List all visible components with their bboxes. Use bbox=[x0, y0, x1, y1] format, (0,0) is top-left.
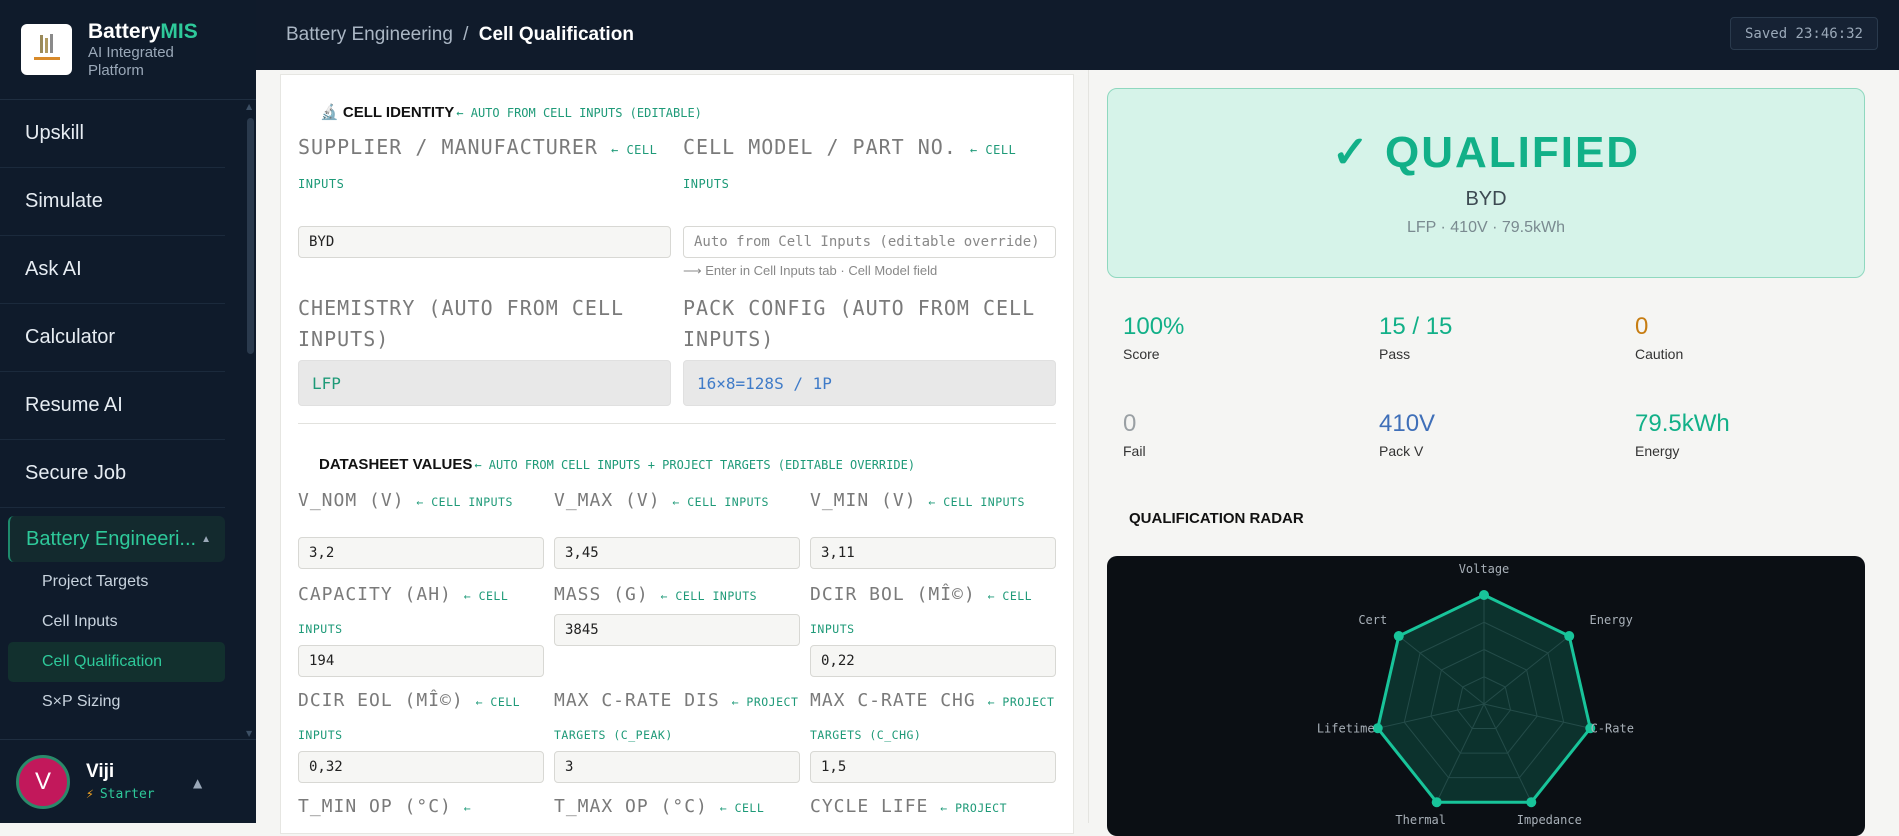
sidebar-subitem-sxp-sizing[interactable]: S×P Sizing bbox=[8, 682, 225, 722]
verdict-title: ✓ QUALIFIED bbox=[1331, 128, 1641, 177]
brand-logo bbox=[21, 24, 72, 75]
radar-svg: Voltage Energy C-Rate Impedance Thermal Lifet… bbox=[1317, 562, 1634, 827]
chevron-up-icon[interactable]: ▲ bbox=[193, 776, 202, 790]
radar-point-voltage[interactable] bbox=[1479, 590, 1489, 600]
datasheet-values-title: DATASHEET VALUES ← AUTO FROM CELL INPUTS … bbox=[319, 456, 916, 473]
sidebar: BatteryMIS AI Integrated Platform Upskil… bbox=[0, 0, 256, 823]
radar-point-energy[interactable] bbox=[1564, 631, 1575, 642]
scroll-down-arrow-icon[interactable]: ▼ bbox=[246, 729, 256, 738]
radar-axis-label: C-Rate bbox=[1591, 721, 1634, 735]
radar-axis-label: Voltage bbox=[1459, 562, 1510, 576]
cell-model-helper: ⟶ Enter in Cell Inputs tab · Cell Model … bbox=[683, 263, 938, 278]
breadcrumb-separator: / bbox=[463, 24, 469, 45]
capacity-label: CAPACITY (AH) ← CELL INPUTS bbox=[298, 584, 509, 636]
scroll-up-arrow-icon[interactable]: ▲ bbox=[246, 102, 256, 111]
max-c-rate-chg-label: MAX C-RATE CHG ← PROJECT TARGETS (C_CHG) bbox=[810, 690, 1055, 742]
brand-name: BatteryMIS bbox=[88, 19, 198, 43]
verdict-supplier: BYD bbox=[1465, 188, 1507, 210]
avatar[interactable]: V bbox=[16, 754, 70, 809]
capacity-input[interactable]: 194 bbox=[298, 645, 544, 677]
v-max-input[interactable]: 3,45 bbox=[554, 537, 800, 569]
sidebar-item-secure-job[interactable]: Secure Job bbox=[0, 440, 225, 508]
v-min-label: V_MIN (V) ← CELL INPUTS bbox=[810, 490, 1025, 511]
cell-model-input[interactable]: Auto from Cell Inputs (editable override… bbox=[683, 226, 1056, 258]
lightning-icon: ⚡ bbox=[86, 787, 94, 802]
microscope-icon: 🔬 bbox=[320, 104, 339, 121]
pack-config-label: PACK CONFIG (AUTO FROM CELL INPUTS) bbox=[683, 296, 1036, 351]
sidebar-subitem-project-targets[interactable]: Project Targets bbox=[8, 562, 225, 602]
stat-caution: 0 Caution bbox=[1635, 313, 1684, 362]
v-nom-input[interactable]: 3,2 bbox=[298, 537, 544, 569]
verdict-meta: LFP · 410V · 79.5kWh bbox=[1407, 219, 1565, 236]
user-plan: ⚡ Starter bbox=[86, 787, 155, 802]
brand-subtitle: AI Integrated Platform bbox=[88, 43, 174, 79]
saved-status: Saved 23:46:32 bbox=[1729, 17, 1878, 50]
sidebar-subitem-cell-inputs[interactable]: Cell Inputs bbox=[8, 602, 225, 642]
brand[interactable]: BatteryMIS AI Integrated Platform bbox=[0, 0, 256, 100]
sidebar-item-ask-ai[interactable]: Ask AI bbox=[0, 236, 225, 304]
radar-point-thermal[interactable] bbox=[1431, 797, 1442, 808]
sidebar-group-label: Battery Engineeri... bbox=[26, 527, 197, 550]
sidebar-subitem-cell-qualification[interactable]: Cell Qualification bbox=[8, 642, 225, 682]
v-nom-label: V_NOM (V) ← CELL INPUTS bbox=[298, 490, 513, 511]
stat-pack-v: 410V Pack V bbox=[1379, 410, 1436, 459]
cell-model-label: CELL MODEL / PART NO. ← CELL INPUTS bbox=[683, 135, 1017, 191]
stat-score: 100% Score bbox=[1123, 313, 1185, 362]
v-max-label: V_MAX (V) ← CELL INPUTS bbox=[554, 490, 769, 511]
chevron-up-icon: ▲ bbox=[201, 533, 211, 545]
supplier-input[interactable]: BYD bbox=[298, 226, 671, 258]
qualification-verdict-card: ✓ QUALIFIED BYD LFP · 410V · 79.5kWh bbox=[1107, 88, 1865, 278]
v-min-input[interactable]: 3,11 bbox=[810, 537, 1056, 569]
radar-axis-label: Thermal bbox=[1395, 813, 1446, 827]
t-min-op-label: T_MIN OP (°C) ← bbox=[298, 796, 472, 817]
radar-series-area bbox=[1376, 593, 1592, 804]
max-c-rate-dis-input[interactable]: 3 bbox=[554, 751, 800, 783]
sidebar-item-resume-ai[interactable]: Resume AI bbox=[0, 372, 225, 440]
chemistry-value: LFP bbox=[298, 360, 671, 406]
main-content: 🔬 CELL IDENTITY ← AUTO FROM CELL INPUTS (… bbox=[256, 70, 1899, 836]
sidebar-group-battery-engineering[interactable]: Battery Engineeri... ▲ bbox=[8, 516, 225, 562]
scrollbar-thumb[interactable] bbox=[247, 118, 254, 354]
radar-title: QUALIFICATION RADAR bbox=[1129, 510, 1304, 527]
dcir-bol-input[interactable]: 0,22 bbox=[810, 645, 1056, 677]
topbar: Battery Engineering / Cell Qualification… bbox=[256, 0, 1899, 70]
user-name: Viji bbox=[86, 761, 115, 782]
mass-label: MASS (G) ← CELL INPUTS bbox=[554, 584, 758, 605]
radar-point-impedance[interactable] bbox=[1526, 797, 1537, 808]
dcir-eol-label: DCIR EOL (MÎ©) ← CELL INPUTS bbox=[298, 690, 521, 742]
qualification-radar-chart: Voltage Energy C-Rate Impedance Thermal Lifet… bbox=[1107, 556, 1865, 836]
pack-config-value: 16×8=128S / 1P bbox=[683, 360, 1056, 406]
sidebar-nav: Upskill Simulate Ask AI Calculator Resum… bbox=[0, 100, 246, 740]
sidebar-scrollbar[interactable]: ▲ ▼ bbox=[246, 102, 254, 738]
supplier-label: SUPPLIER / MANUFACTURER ← CELL INPUTS bbox=[298, 135, 658, 191]
chemistry-label: CHEMISTRY (AUTO FROM CELL INPUTS) bbox=[298, 296, 625, 351]
cycle-life-label: CYCLE LIFE ← PROJECT bbox=[810, 796, 1008, 817]
breadcrumb-parent[interactable]: Battery Engineering bbox=[286, 24, 453, 45]
radar-point-cert[interactable] bbox=[1393, 631, 1404, 642]
sidebar-item-calculator[interactable]: Calculator bbox=[0, 304, 225, 372]
t-max-op-label: T_MAX OP (°C) ← CELL bbox=[554, 796, 765, 817]
dcir-eol-input[interactable]: 0,32 bbox=[298, 751, 544, 783]
sidebar-item-upskill[interactable]: Upskill bbox=[0, 100, 225, 168]
user-profile[interactable]: V Viji ⚡ Starter ▲ bbox=[0, 739, 256, 823]
mass-input[interactable]: 3845 bbox=[554, 614, 800, 646]
stat-fail: 0 Fail bbox=[1123, 410, 1146, 459]
section-divider bbox=[298, 423, 1056, 424]
radar-axis-label: Cert bbox=[1358, 613, 1387, 627]
stat-energy: 79.5kWh Energy bbox=[1635, 410, 1730, 459]
sidebar-item-simulate[interactable]: Simulate bbox=[0, 168, 225, 236]
dcir-bol-label: DCIR BOL (MÎ©) ← CELL INPUTS bbox=[810, 584, 1033, 636]
cell-identity-title: 🔬 CELL IDENTITY ← AUTO FROM CELL INPUTS (… bbox=[320, 104, 702, 121]
breadcrumb-current: Cell Qualification bbox=[478, 24, 634, 45]
battery-logo-icon bbox=[33, 33, 60, 60]
radar-axis-label: Energy bbox=[1590, 613, 1633, 627]
breadcrumb: Battery Engineering / Cell Qualification bbox=[286, 24, 634, 46]
stat-pass: 15 / 15 Pass bbox=[1379, 313, 1453, 362]
panel-divider bbox=[1088, 70, 1089, 823]
radar-axis-label: Lifetime bbox=[1317, 721, 1375, 735]
radar-axis-label: Impedance bbox=[1517, 813, 1582, 827]
max-c-rate-dis-label: MAX C-RATE DIS ← PROJECT TARGETS (C_PEAK… bbox=[554, 690, 799, 742]
max-c-rate-chg-input[interactable]: 1,5 bbox=[810, 751, 1056, 783]
